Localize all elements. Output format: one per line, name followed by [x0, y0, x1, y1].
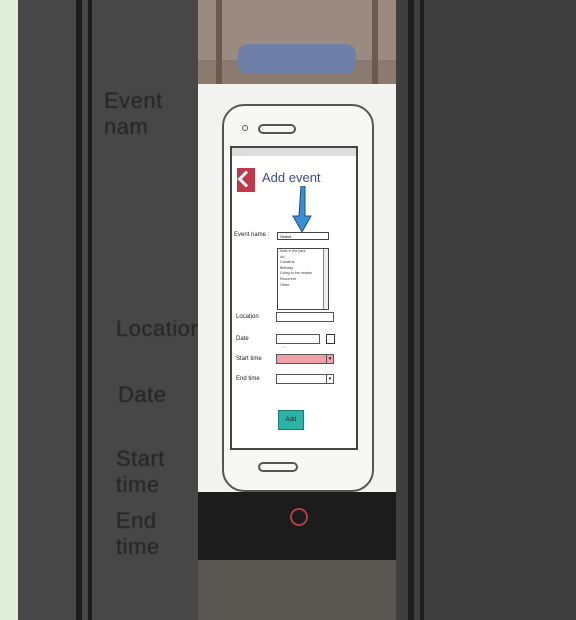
bg-label-location: Location [116, 316, 204, 341]
home-button-icon [258, 462, 298, 472]
status-bar [232, 148, 356, 156]
frame-line [408, 0, 414, 620]
chevron-down-icon: ▾ [326, 375, 333, 383]
post [372, 0, 378, 84]
start-time-label: Start time [236, 356, 262, 362]
bg-label-end-time: End time [116, 508, 160, 559]
end-time-select[interactable]: ▾ [276, 374, 334, 384]
bg-label-start-time: Start time [116, 446, 165, 497]
bg-label-date: Date [118, 382, 167, 407]
pointer-arrow-icon [292, 186, 312, 232]
event-name-options-list[interactable]: Note in the park Art Concerts Birthday G… [277, 248, 329, 310]
location-input[interactable] [276, 312, 334, 322]
list-scrollbar[interactable] [323, 249, 328, 309]
calendar-icon[interactable] [326, 334, 335, 344]
floor [198, 560, 396, 620]
dark-bar [198, 492, 396, 560]
bg-label-event-name: Event nam [104, 88, 163, 139]
start-time-select[interactable]: ▾ [276, 354, 334, 364]
frame-line [420, 0, 424, 620]
blurred-background-left: Event nam Location Date Start time End t… [18, 0, 203, 620]
chevron-down-icon: ▾ [326, 355, 333, 363]
end-time-label: End time [236, 376, 260, 382]
add-button[interactable]: Add [278, 410, 304, 430]
date-label: Date [236, 336, 249, 342]
camera-icon [242, 125, 248, 131]
date-value: - -/- - [279, 344, 288, 349]
frame-line [88, 0, 92, 620]
power-icon [290, 508, 308, 526]
date-input[interactable]: - -/- - [276, 334, 320, 349]
option-item[interactable]: Other [278, 283, 328, 289]
room-scene [198, 0, 396, 84]
event-name-select[interactable]: Select [277, 232, 329, 240]
video-frame: Event nam Location Date Start time End t… [18, 0, 576, 620]
back-arrow-icon[interactable] [237, 168, 255, 192]
video-center: Add event Event name : Select Note in th… [198, 0, 396, 620]
post [216, 0, 222, 84]
location-label: Location [236, 314, 259, 320]
event-name-label: Event name : [234, 232, 270, 238]
app-screen: Add event Event name : Select Note in th… [230, 146, 358, 450]
frame-line [76, 0, 82, 620]
speaker-icon [258, 124, 296, 134]
page-title: Add event [262, 170, 321, 185]
blue-cloth [238, 44, 356, 74]
